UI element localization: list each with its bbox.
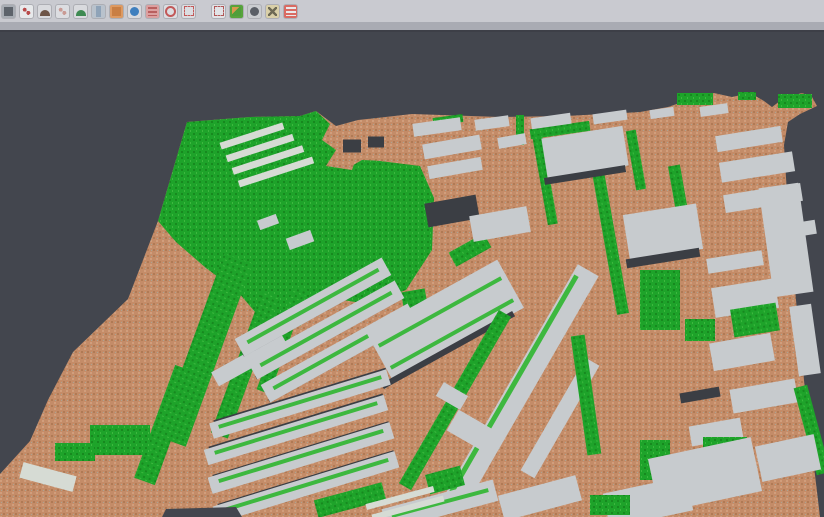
- dtm-hill-glyph: [76, 10, 86, 16]
- layer-list-glyph: [148, 7, 157, 16]
- sparse-points-icon[interactable]: [56, 5, 69, 18]
- vegetation-patch: [677, 93, 713, 105]
- classification-map-glyph: [232, 7, 241, 16]
- 3d-viewport[interactable]: [0, 32, 824, 517]
- vegetation-patch: [640, 270, 680, 330]
- terrain-mound-icon[interactable]: [38, 5, 51, 18]
- shadow-dark-patch: [343, 140, 361, 153]
- box-select-icon[interactable]: [182, 5, 195, 18]
- sphere-view-glyph: [250, 7, 259, 16]
- terrain-mound-glyph: [40, 10, 50, 16]
- side-panel-glyph: [96, 6, 101, 17]
- sphere-view-icon[interactable]: [248, 5, 261, 18]
- circle-select-glyph: [165, 6, 176, 17]
- cross-markers-glyph: [268, 7, 277, 16]
- toolbar-lower-strip: [0, 22, 824, 30]
- box-select-glyph: [184, 6, 194, 16]
- colored-points-icon[interactable]: [20, 5, 33, 18]
- shadow-dark-patch: [368, 137, 384, 148]
- sparse-points-glyph: [58, 7, 67, 16]
- main-toolbar: [0, 0, 824, 22]
- clip-region-icon[interactable]: [212, 5, 225, 18]
- circle-select-icon[interactable]: [164, 5, 177, 18]
- vegetation-patch: [778, 94, 812, 108]
- colored-points-glyph: [22, 7, 31, 16]
- layer-list-icon[interactable]: [146, 5, 159, 18]
- dtm-hill-icon[interactable]: [74, 5, 87, 18]
- orbit-view-icon[interactable]: [128, 5, 141, 18]
- ortho-tile-glyph: [112, 7, 121, 16]
- cross-markers-icon[interactable]: [266, 5, 279, 18]
- point-cloud-open-icon[interactable]: [2, 5, 15, 18]
- vegetation-patch: [90, 425, 150, 455]
- vegetation-patch: [738, 92, 756, 100]
- point-cloud-canvas[interactable]: [0, 32, 824, 517]
- vegetation-patch: [590, 495, 630, 515]
- ortho-tile-icon[interactable]: [110, 5, 123, 18]
- classification-map-icon[interactable]: [230, 5, 243, 18]
- clip-region-glyph: [214, 6, 224, 16]
- point-cloud-open-glyph: [4, 7, 13, 16]
- orbit-view-glyph: [130, 7, 139, 16]
- flag-stripes-glyph: [286, 7, 296, 16]
- side-panel-icon[interactable]: [92, 5, 105, 18]
- vegetation-patch: [55, 443, 95, 461]
- vegetation-patch: [685, 319, 715, 341]
- flag-stripes-icon[interactable]: [284, 5, 297, 18]
